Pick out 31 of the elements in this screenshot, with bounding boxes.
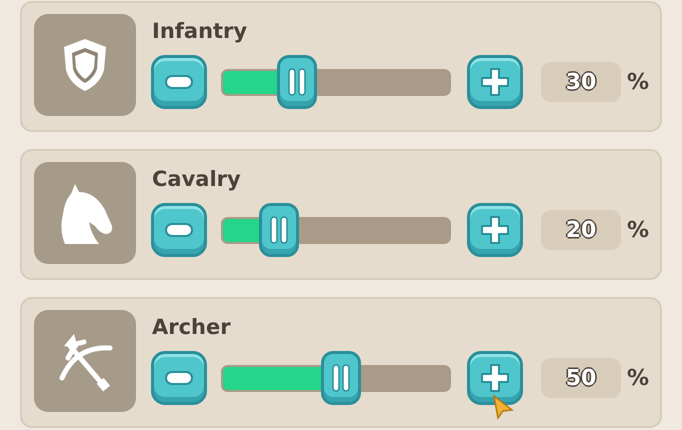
increase-button[interactable]	[467, 55, 523, 109]
grip-icon	[288, 68, 306, 96]
decrease-button[interactable]	[151, 55, 207, 109]
unit-name: Archer	[151, 314, 232, 341]
slider[interactable]	[221, 203, 451, 257]
unit-name: Cavalry	[151, 166, 242, 193]
slider-thumb[interactable]	[276, 55, 317, 109]
value-field[interactable]: 50	[541, 358, 621, 398]
slider[interactable]	[221, 351, 451, 405]
grip-icon	[332, 364, 350, 392]
grip-icon	[270, 216, 288, 244]
slider[interactable]	[221, 55, 451, 109]
mouse-pointer-icon	[492, 394, 514, 420]
percent-sign: %	[627, 216, 650, 244]
slider-thumb[interactable]	[258, 203, 298, 257]
minus-icon	[165, 371, 193, 385]
percent-sign: %	[627, 68, 650, 96]
minus-icon	[165, 75, 193, 89]
minus-icon	[165, 223, 193, 237]
plus-icon	[480, 67, 510, 97]
increase-button[interactable]	[467, 203, 523, 257]
decrease-button[interactable]	[151, 351, 207, 405]
value-field[interactable]: 30	[541, 62, 621, 102]
plus-icon	[480, 215, 510, 245]
slider-thumb[interactable]	[320, 351, 361, 405]
decrease-button[interactable]	[151, 203, 207, 257]
increase-button[interactable]	[467, 351, 523, 405]
unit-name: Infantry	[151, 18, 248, 45]
value-field[interactable]: 20	[541, 210, 621, 250]
percent-sign: %	[627, 364, 650, 392]
plus-icon	[480, 363, 510, 393]
